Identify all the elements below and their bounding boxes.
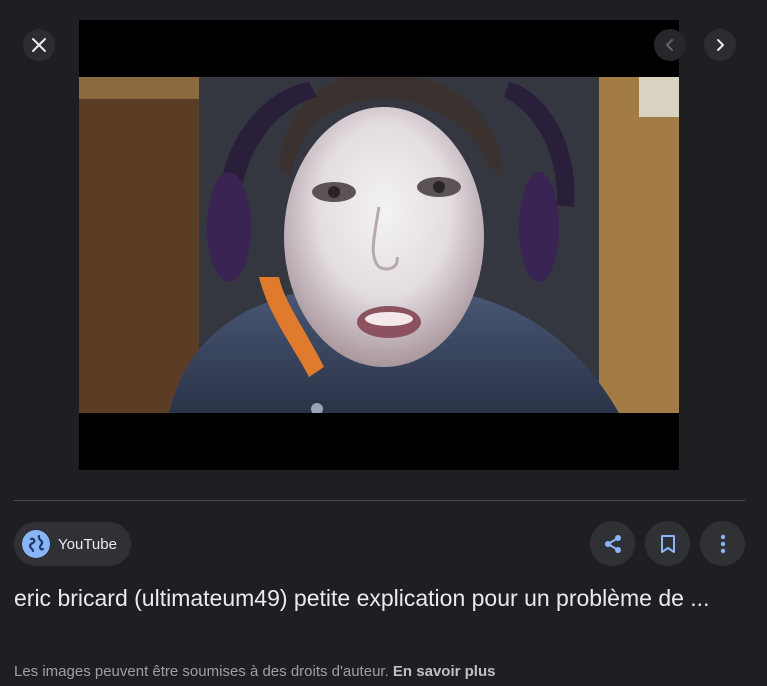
- globe-icon: [22, 530, 50, 558]
- bookmark-icon: [660, 534, 675, 553]
- result-title[interactable]: eric bricard (ultimateum49) petite expli…: [14, 580, 744, 617]
- close-icon: [32, 38, 46, 52]
- save-button[interactable]: [645, 521, 690, 566]
- share-icon: [604, 534, 621, 553]
- close-button[interactable]: [23, 29, 55, 61]
- thumbnail-image: [79, 77, 679, 413]
- copyright-text: Les images peuvent être soumises à des d…: [14, 663, 389, 680]
- image-preview[interactable]: [79, 20, 679, 470]
- chevron-right-icon: [717, 39, 724, 51]
- previous-button[interactable]: [654, 29, 686, 61]
- source-name: YouTube: [58, 535, 117, 553]
- learn-more-link[interactable]: En savoir plus: [393, 663, 496, 680]
- more-options-button[interactable]: [700, 521, 745, 566]
- copyright-notice: Les images peuvent être soumises à des d…: [14, 663, 495, 680]
- image-viewer-panel: YouTube eric bricard (ultimateum49) peti…: [0, 0, 767, 686]
- share-button[interactable]: [590, 521, 635, 566]
- divider: [14, 500, 745, 501]
- source-chip[interactable]: YouTube: [14, 522, 131, 566]
- video-thumbnail: [79, 77, 679, 413]
- chevron-left-icon: [666, 39, 673, 51]
- more-vert-icon: [720, 534, 725, 553]
- next-button[interactable]: [704, 29, 736, 61]
